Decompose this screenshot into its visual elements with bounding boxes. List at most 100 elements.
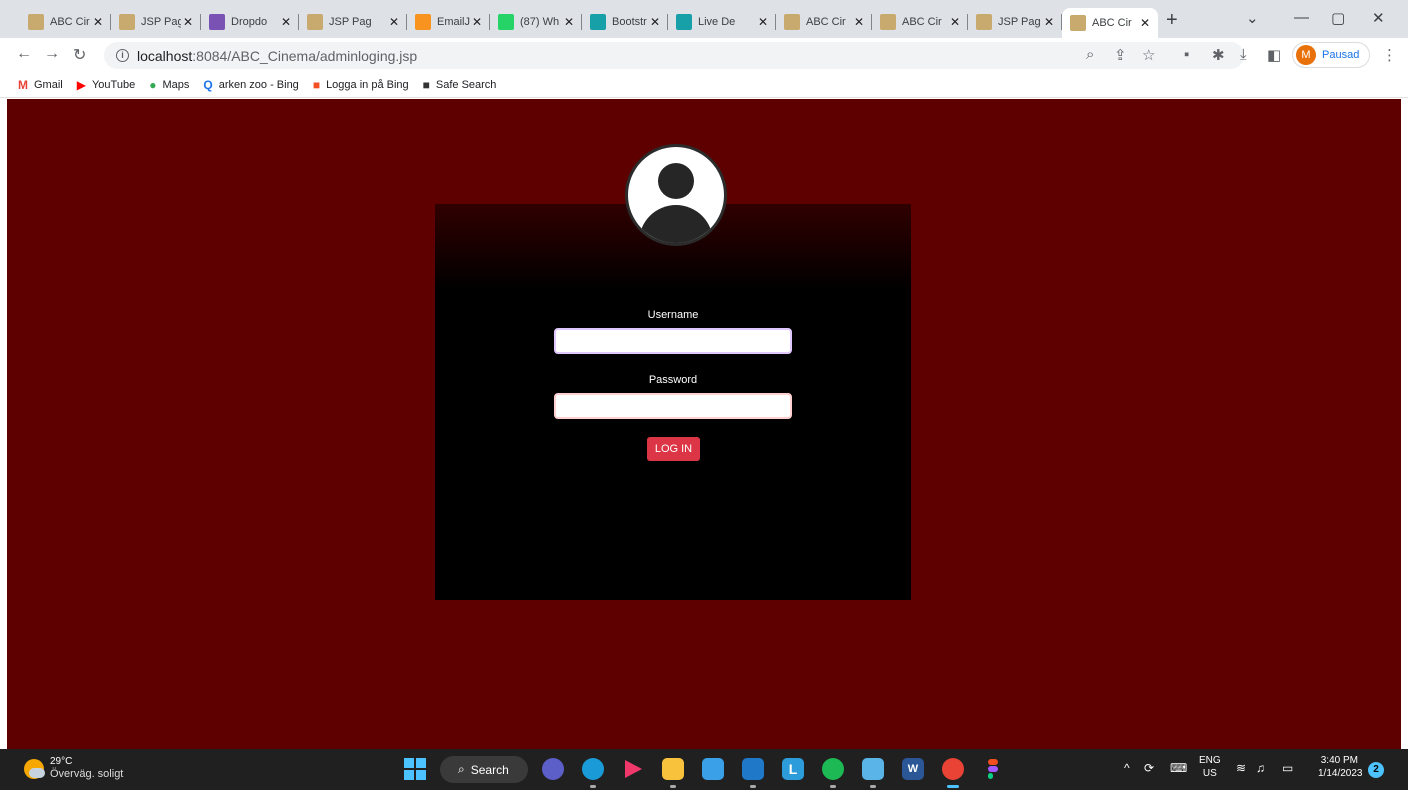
close-tab-icon[interactable]: ✕ xyxy=(91,15,105,29)
tab-title: ABC Cir xyxy=(1092,17,1132,29)
extension-icon[interactable]: ▪ xyxy=(1184,46,1189,63)
browser-tab[interactable]: EmailJS✕ xyxy=(407,8,490,36)
close-tab-icon[interactable]: ✕ xyxy=(470,15,484,29)
close-tab-icon[interactable]: ✕ xyxy=(562,15,576,29)
safe-search-icon: ■ xyxy=(422,77,430,92)
edge-icon[interactable] xyxy=(582,758,604,788)
chevron-up-icon[interactable]: ^ xyxy=(1124,761,1130,775)
site-info-icon[interactable]: i xyxy=(116,49,129,62)
file-explorer-icon[interactable] xyxy=(662,758,684,788)
windows-start-icon[interactable] xyxy=(404,758,426,780)
browser-tab[interactable]: Bootstr ✕ xyxy=(582,8,668,36)
gmail-icon: M xyxy=(18,77,28,92)
forward-arrow-icon[interactable]: → xyxy=(44,45,60,63)
close-tab-icon[interactable]: ✕ xyxy=(181,15,195,29)
bookmark-item[interactable]: M Gmail xyxy=(18,78,63,92)
browser-tab[interactable]: ABC Cir ✕ xyxy=(872,8,968,36)
url-host: localhost xyxy=(137,47,193,64)
language-indicator[interactable]: ENG US xyxy=(1199,754,1221,780)
virtualbox-icon[interactable] xyxy=(862,758,884,788)
close-tab-icon[interactable]: ✕ xyxy=(756,15,770,29)
address-bar[interactable]: i localhost:8084/ABC_Cinema/adminloging.… xyxy=(104,42,1244,69)
wifi-icon[interactable]: ≋ xyxy=(1236,761,1246,775)
new-tab-button[interactable]: + xyxy=(1166,10,1178,30)
bootstrap-made-icon xyxy=(590,14,606,30)
bookmark-label: arken zoo - Bing xyxy=(218,78,299,91)
close-tab-icon[interactable]: ✕ xyxy=(279,15,293,29)
tab-search-chevron-icon[interactable]: ⌄ xyxy=(1246,9,1259,27)
weather-widget[interactable]: 29°C Överväg. soligt xyxy=(24,756,123,781)
browser-tab[interactable]: ABC Cir ✕ xyxy=(1062,8,1158,38)
battery-icon[interactable]: ▭ xyxy=(1282,761,1293,775)
minimize-button[interactable]: — xyxy=(1294,9,1309,26)
browser-tab[interactable]: ABC Cir ✕ xyxy=(20,8,111,36)
reload-icon[interactable]: ↻ xyxy=(73,45,86,65)
taskbar-search-label: Search xyxy=(470,762,509,777)
tab-title: ABC Cir xyxy=(806,16,846,28)
spotify-icon[interactable] xyxy=(822,758,844,788)
l-app-icon[interactable]: L xyxy=(782,758,804,780)
browser-tab[interactable]: JSP Pag ✕ xyxy=(968,8,1062,36)
zoom-icon[interactable]: ⌕ xyxy=(1086,46,1094,63)
figma-icon[interactable] xyxy=(982,758,1004,780)
volume-icon[interactable]: ♫ xyxy=(1256,761,1265,775)
tab-title: JSP Pag xyxy=(329,16,372,28)
url-path: :8084/ABC_Cinema/adminloging.jsp xyxy=(192,47,418,64)
username-input[interactable] xyxy=(554,328,792,354)
image-icon xyxy=(784,14,800,30)
back-arrow-icon[interactable]: ← xyxy=(16,45,32,63)
restore-button[interactable]: ▢ xyxy=(1331,9,1345,27)
bookmark-item[interactable]: ● Maps xyxy=(149,78,189,92)
bookmark-label: Gmail xyxy=(34,78,63,91)
close-tab-icon[interactable]: ✕ xyxy=(387,15,401,29)
download-icon[interactable]: ⤓ xyxy=(1240,46,1247,63)
menu-kebab-icon[interactable]: ⋮ xyxy=(1382,46,1397,64)
bookmark-item[interactable]: ■ Logga in på Bing xyxy=(313,78,409,92)
browser-tab[interactable]: ABC Cir ✕ xyxy=(776,8,872,36)
chrome-icon[interactable] xyxy=(942,758,964,788)
profile-button[interactable]: M Pausad xyxy=(1292,42,1370,68)
browser-tab[interactable]: JSP Pag ✕ xyxy=(299,8,407,36)
word-icon[interactable]: W xyxy=(902,758,924,780)
extensions-puzzle-icon[interactable]: ✱ xyxy=(1212,46,1225,64)
page-background: Username Password LOG IN xyxy=(7,99,1401,749)
notification-badge[interactable]: 2 xyxy=(1368,762,1384,778)
close-tab-icon[interactable]: ✕ xyxy=(852,15,866,29)
clock[interactable]: 3:40 PM 1/14/2023 xyxy=(1318,754,1363,780)
microsoft-store-icon[interactable] xyxy=(702,758,724,780)
image-icon xyxy=(119,14,135,30)
keyboard-icon[interactable]: ⌨ xyxy=(1170,761,1187,775)
tab-title: ABC Cir xyxy=(50,16,90,28)
close-tab-icon[interactable]: ✕ xyxy=(1042,15,1056,29)
side-panel-icon[interactable]: ◧ xyxy=(1267,46,1281,64)
tab-title: JSP Pag xyxy=(998,16,1041,28)
bookmark-item[interactable]: ▶ YouTube xyxy=(77,78,135,92)
microsoft-icon: ■ xyxy=(312,77,321,92)
password-input[interactable] xyxy=(554,393,792,419)
browser-tab[interactable]: Dropdo ✕ xyxy=(201,8,299,36)
browser-tab[interactable]: Live De ✕ xyxy=(668,8,776,36)
browser-tab[interactable]: JSP Pag ✕ xyxy=(111,8,201,36)
sync-icon[interactable]: ⟳ xyxy=(1144,761,1154,775)
close-tab-icon[interactable]: ✕ xyxy=(948,15,962,29)
teams-chat-icon[interactable] xyxy=(542,758,564,780)
close-tab-icon[interactable]: ✕ xyxy=(1138,16,1152,30)
bookmark-label: YouTube xyxy=(91,78,136,91)
tab-title: (87) Wh xyxy=(520,16,560,28)
bing-search-icon: Q xyxy=(203,77,213,92)
mail-icon[interactable] xyxy=(742,758,764,788)
username-label: Username xyxy=(647,309,699,321)
media-player-icon[interactable] xyxy=(622,758,644,780)
bookmark-item[interactable]: ■ Safe Search xyxy=(423,78,497,92)
login-button[interactable]: LOG IN xyxy=(647,437,700,461)
browser-tab[interactable]: (87) Wh ✕ xyxy=(490,8,582,36)
taskbar-search-button[interactable]: ⌕ Search xyxy=(440,756,528,783)
close-tab-icon[interactable]: ✕ xyxy=(648,15,662,29)
password-label: Password xyxy=(648,374,698,386)
bookmark-star-icon[interactable]: ☆ xyxy=(1142,46,1155,64)
share-icon[interactable]: ⇪ xyxy=(1114,46,1127,64)
tab-strip: + ⌄ — ▢ ✕ ABC Cir ✕ JSP Pag ✕ Dropdo ✕ JSP Pag… xyxy=(0,0,1408,38)
close-window-button[interactable]: ✕ xyxy=(1372,9,1385,27)
tab-title: JSP Pag xyxy=(141,16,181,28)
bookmark-item[interactable]: Qarken zoo - Bing xyxy=(203,78,298,92)
